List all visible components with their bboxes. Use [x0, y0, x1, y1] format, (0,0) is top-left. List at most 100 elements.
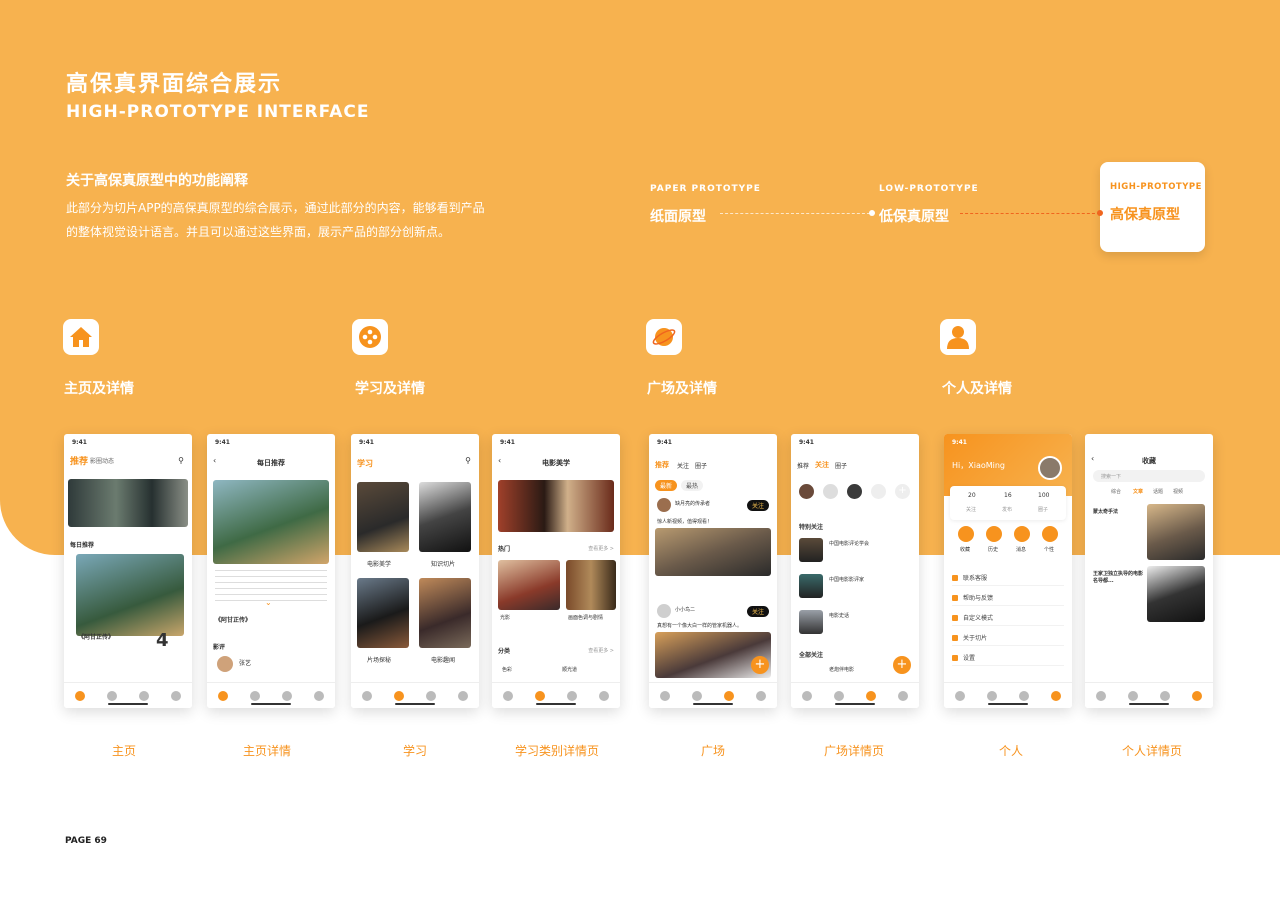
tab-recommend[interactable]: 推荐: [797, 461, 809, 470]
profile-tab-icon[interactable]: [898, 690, 908, 701]
follow-button[interactable]: 关注: [746, 500, 769, 511]
category-more-link[interactable]: 查看更多 >: [588, 647, 614, 654]
category-chip-1[interactable]: 色彩: [502, 666, 512, 673]
tab-follow[interactable]: 关注: [677, 461, 689, 470]
category-image-trivia[interactable]: [419, 578, 471, 648]
article-title-1[interactable]: 蒙太奇手法: [1093, 508, 1118, 515]
learn-tab-icon[interactable]: [535, 690, 545, 701]
menu-item-custom[interactable]: 自定义模式: [952, 610, 1064, 626]
avatar[interactable]: [657, 604, 671, 618]
hot-item-image-1[interactable]: [498, 560, 560, 610]
square-tab-icon[interactable]: [724, 690, 734, 701]
menu-item-about[interactable]: 关于切片: [952, 630, 1064, 646]
detail-title: 每日推荐: [257, 459, 285, 467]
home-tab-icon[interactable]: [362, 690, 372, 701]
learn-tab-icon[interactable]: [1128, 690, 1138, 701]
home-tab-icon[interactable]: [660, 690, 670, 701]
learn-tab-icon[interactable]: [394, 690, 404, 701]
home-tab-icon[interactable]: [955, 690, 965, 701]
tab-articles[interactable]: 文章: [1133, 488, 1143, 495]
square-tab-icon[interactable]: [1160, 690, 1170, 701]
group-image-1[interactable]: [799, 538, 823, 562]
menu-item-settings[interactable]: 设置: [952, 650, 1064, 666]
add-follow-button[interactable]: +: [895, 484, 910, 499]
daily-movie-image[interactable]: [76, 554, 184, 636]
home-tab-icon[interactable]: [503, 690, 513, 701]
tab-follow[interactable]: 关注: [815, 460, 829, 470]
home-tab-icon[interactable]: [802, 690, 812, 701]
tab-circle[interactable]: 圈子: [835, 461, 847, 470]
tab-topics[interactable]: 话题: [1153, 488, 1163, 495]
hot-more-link[interactable]: 查看更多 >: [588, 545, 614, 552]
square-tab-icon[interactable]: [426, 690, 436, 701]
avatar[interactable]: [823, 484, 838, 499]
history-icon[interactable]: [986, 526, 1002, 542]
tab-videos[interactable]: 视频: [1173, 488, 1183, 495]
phone-square-detail: 9:41 推荐 关注 圈子 + 特别关注 中国电影评论学会 中国电影影评家 电影…: [791, 434, 919, 708]
group-name-2[interactable]: 中国电影影评家: [829, 576, 864, 583]
square-tab-icon[interactable]: [282, 690, 292, 701]
category-chip-2[interactable]: 顺光道: [562, 666, 577, 673]
square-tab-icon[interactable]: [567, 690, 577, 701]
square-tab-icon[interactable]: [139, 690, 149, 701]
article-title-2[interactable]: 王家卫独立执导的电影名导都...: [1093, 570, 1143, 584]
tab-recommend[interactable]: 推荐: [70, 454, 88, 467]
menu-item-help[interactable]: 帮助与反馈: [952, 590, 1064, 606]
home-tab-icon[interactable]: [218, 690, 228, 701]
post-image-1[interactable]: [655, 528, 771, 576]
tab-moments[interactable]: 影圈动态: [90, 456, 114, 465]
avatar[interactable]: [799, 484, 814, 499]
category-image-slices[interactable]: [419, 482, 471, 552]
banner-image[interactable]: [68, 479, 188, 527]
home-tab-icon[interactable]: [75, 690, 85, 701]
group-name-1[interactable]: 中国电影评论学会: [829, 540, 869, 547]
message-icon[interactable]: [1014, 526, 1030, 542]
avatar[interactable]: [1038, 456, 1062, 480]
chevron-down-icon[interactable]: ⌄: [265, 598, 272, 607]
learn-tab-icon[interactable]: [107, 690, 117, 701]
search-placeholder: 搜索一下: [1101, 474, 1122, 480]
profile-tab-icon[interactable]: [314, 690, 324, 701]
tab-all[interactable]: 综合: [1111, 488, 1121, 495]
avatar[interactable]: [847, 484, 862, 499]
profile-tab-icon[interactable]: [599, 690, 609, 701]
learn-tab-icon[interactable]: [834, 690, 844, 701]
group-name-3[interactable]: 电影史话: [829, 612, 849, 619]
square-tab-icon[interactable]: [1019, 690, 1029, 701]
avatar[interactable]: [217, 656, 233, 672]
search-icon[interactable]: ⚲: [465, 456, 471, 465]
avatar[interactable]: [871, 484, 886, 499]
group-name-4[interactable]: 老炮伴电影: [829, 666, 854, 673]
add-post-button[interactable]: +: [893, 656, 911, 674]
add-post-button[interactable]: +: [751, 656, 769, 674]
article-image-2[interactable]: [1147, 566, 1205, 622]
learn-tab-icon[interactable]: [987, 690, 997, 701]
phone-square: 9:41 推荐 关注 圈子 最新 最热 缺月亮的传承者 关注 惊人新视频，值得观…: [649, 434, 777, 708]
shirt-icon[interactable]: [1042, 526, 1058, 542]
group-image-2[interactable]: [799, 574, 823, 598]
follow-button[interactable]: 关注: [746, 606, 769, 617]
learn-tab-icon[interactable]: [692, 690, 702, 701]
tab-circle[interactable]: 圈子: [695, 461, 707, 470]
chip-hottest[interactable]: 最热: [681, 480, 704, 491]
tab-recommend[interactable]: 推荐: [655, 460, 669, 470]
learn-tab-icon[interactable]: [250, 690, 260, 701]
home-tab-icon[interactable]: [1096, 690, 1106, 701]
group-image-3[interactable]: [799, 610, 823, 634]
profile-tab-icon[interactable]: [1192, 690, 1202, 701]
search-icon[interactable]: ⚲: [178, 456, 184, 465]
heart-icon[interactable]: [958, 526, 974, 542]
search-input[interactable]: 搜索一下: [1093, 470, 1205, 482]
avatar[interactable]: [657, 498, 671, 512]
profile-tab-icon[interactable]: [756, 690, 766, 701]
category-image-set[interactable]: [357, 578, 409, 648]
category-image-aesthetics[interactable]: [357, 482, 409, 552]
article-image-1[interactable]: [1147, 504, 1205, 560]
profile-tab-icon[interactable]: [1051, 690, 1061, 701]
profile-tab-icon[interactable]: [458, 690, 468, 701]
chip-latest[interactable]: 最新: [655, 480, 678, 491]
hot-item-image-2[interactable]: [566, 560, 616, 610]
menu-item-support[interactable]: 联系客服: [952, 570, 1064, 586]
square-tab-icon[interactable]: [866, 690, 876, 701]
profile-tab-icon[interactable]: [171, 690, 181, 701]
